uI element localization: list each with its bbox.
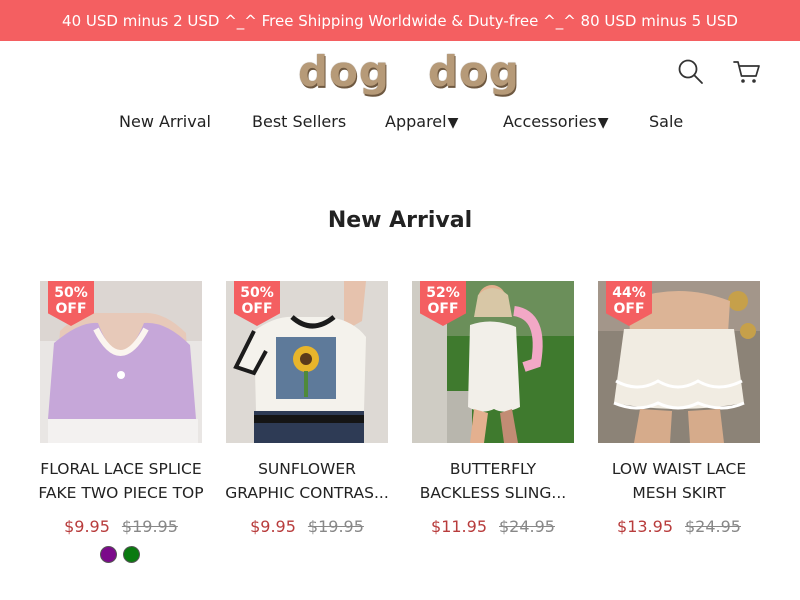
nav-sale[interactable]: Sale xyxy=(649,112,683,131)
logo-word-left: dog xyxy=(298,47,390,96)
sale-price: $13.95 xyxy=(617,517,673,536)
original-price: $24.95 xyxy=(685,517,741,536)
product-title-line: FAKE TWO PIECE TOP xyxy=(38,484,204,502)
product-prices: $13.95 $24.95 xyxy=(598,517,760,536)
product-prices: $11.95 $24.95 xyxy=(412,517,574,536)
product-title-line: BUTTERFLY xyxy=(449,460,537,478)
product-card[interactable]: 44% OFF LOW WAIST LACE MESH SKIRT $13.95 $… xyxy=(598,281,760,536)
logo-word-right: dog xyxy=(427,47,520,96)
discount-percent: 52% xyxy=(426,285,460,301)
swatch-purple[interactable] xyxy=(100,546,117,563)
sale-price: $9.95 xyxy=(250,517,296,536)
discount-off: OFF xyxy=(55,301,87,317)
product-image[interactable]: 52% OFF xyxy=(412,281,574,443)
product-title[interactable]: SUNFLOWER GRAPHIC CONTRAS... xyxy=(212,457,402,505)
site-logo[interactable]: dog dog xyxy=(298,46,519,98)
caret-down-icon: ▼ xyxy=(597,115,609,131)
product-image[interactable]: 50% OFF xyxy=(226,281,388,443)
product-card[interactable]: 50% OFF SUNFLOWER GRAPHIC CONTRAS... $9.9… xyxy=(225,281,389,536)
discount-badge: 50% OFF xyxy=(48,281,94,326)
announcement-text: 40 USD minus 2 USD ^_^ Free Shipping Wor… xyxy=(62,11,738,30)
nav-accessories[interactable]: Accessories▼ xyxy=(503,112,609,131)
product-prices: $9.95 $19.95 xyxy=(40,517,202,536)
product-title-line: LOW WAIST LACE xyxy=(611,460,747,478)
product-image[interactable]: 44% OFF xyxy=(598,281,760,443)
discount-badge: 52% OFF xyxy=(420,281,466,326)
swatch-green[interactable] xyxy=(123,546,140,563)
nav-new-arrival[interactable]: New Arrival xyxy=(119,112,211,131)
product-card[interactable]: 50% OFF FLORAL LACE SPLICE FAKE TWO PIECE… xyxy=(38,281,204,563)
nav-best-sellers[interactable]: Best Sellers xyxy=(252,112,346,131)
announcement-bar: 40 USD minus 2 USD ^_^ Free Shipping Wor… xyxy=(0,0,800,41)
original-price: $19.95 xyxy=(121,517,178,536)
product-title-line: MESH SKIRT xyxy=(632,484,726,502)
discount-badge: 50% OFF xyxy=(234,281,280,326)
product-title-line: FLORAL LACE SPLICE xyxy=(40,460,202,478)
main-nav: New Arrival Best Sellers Apparel▼ Access… xyxy=(0,112,800,140)
product-title-line: BACKLESS SLING... xyxy=(419,484,567,502)
discount-off: OFF xyxy=(241,301,273,317)
sale-price: $11.95 xyxy=(431,517,487,536)
product-title[interactable]: FLORAL LACE SPLICE FAKE TWO PIECE TOP xyxy=(26,457,216,505)
product-card[interactable]: 52% OFF BUTTERFLY BACKLESS SLING... $11.9… xyxy=(412,281,574,536)
nav-label: Accessories xyxy=(503,112,597,131)
discount-badge: 44% OFF xyxy=(606,281,652,326)
color-swatches xyxy=(100,546,140,563)
search-icon[interactable] xyxy=(677,58,705,86)
nav-label: New Arrival xyxy=(119,112,211,131)
product-title-line: SUNFLOWER xyxy=(258,460,356,478)
discount-off: OFF xyxy=(427,301,459,317)
section-title: New Arrival xyxy=(327,208,473,233)
sale-price: $9.95 xyxy=(64,517,110,536)
nav-label: Best Sellers xyxy=(252,112,347,131)
nav-label: Sale xyxy=(649,112,684,131)
nav-label: Apparel xyxy=(385,112,447,131)
original-price: $19.95 xyxy=(307,517,364,536)
original-price: $24.95 xyxy=(499,517,555,536)
discount-off: OFF xyxy=(613,301,645,317)
cart-icon[interactable] xyxy=(733,58,761,86)
product-title[interactable]: BUTTERFLY BACKLESS SLING... xyxy=(398,457,588,505)
product-title-line: GRAPHIC CONTRAS... xyxy=(225,484,389,502)
product-prices: $9.95 $19.95 xyxy=(226,517,388,536)
discount-percent: 44% xyxy=(612,285,646,301)
caret-down-icon: ▼ xyxy=(447,115,459,131)
discount-percent: 50% xyxy=(54,285,88,301)
product-image[interactable]: 50% OFF xyxy=(40,281,202,443)
discount-percent: 50% xyxy=(240,285,274,301)
product-title[interactable]: LOW WAIST LACE MESH SKIRT xyxy=(584,457,774,505)
nav-apparel[interactable]: Apparel▼ xyxy=(385,112,458,131)
